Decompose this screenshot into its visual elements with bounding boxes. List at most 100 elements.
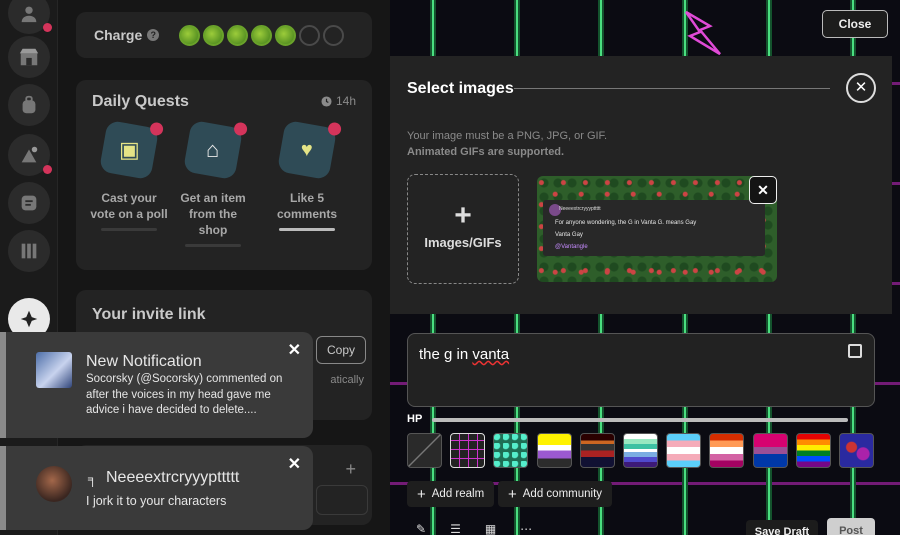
charge-meter xyxy=(179,24,345,46)
format-hint: Your image must be a PNG, JPG, or GIF. xyxy=(407,130,608,142)
close-button[interactable]: Close xyxy=(822,10,888,38)
select-images-modal: Select images ✕ Your image must be a PNG… xyxy=(390,56,892,314)
post-author: Neeeextrcryyypttttt xyxy=(559,206,601,212)
extra-input[interactable] xyxy=(316,485,368,515)
post-line: Vanta Gay xyxy=(555,232,583,238)
quest-badge xyxy=(149,121,165,137)
invite-title: Your invite link xyxy=(92,306,206,323)
post-text-misspelled: vanta xyxy=(472,346,510,363)
help-icon[interactable]: ? xyxy=(147,29,160,41)
avatar xyxy=(36,352,72,388)
remove-image-icon[interactable]: ✕ xyxy=(749,176,777,204)
theme-none[interactable] xyxy=(407,433,442,468)
close-icon[interactable]: ✕ xyxy=(288,340,301,360)
theme-lesbian[interactable] xyxy=(622,433,658,468)
quest-label: Like 5 comments xyxy=(276,191,338,221)
charge-dot xyxy=(323,24,345,46)
quest-timer: 14h xyxy=(321,94,356,108)
theme-picker xyxy=(407,433,874,468)
charge-dot xyxy=(203,24,225,46)
profile-icon[interactable] xyxy=(8,0,52,34)
avatar xyxy=(36,466,72,502)
charge-dot xyxy=(179,24,201,46)
post-line: For anyone wondering, the G in Vanta G. … xyxy=(555,220,697,226)
image-thumbnail[interactable]: Neeeextrcryyypttttt For anyone wondering… xyxy=(537,176,777,282)
quest-badge xyxy=(233,121,249,137)
hook-icon: ╕ xyxy=(88,471,98,486)
theme-nonbinary[interactable] xyxy=(536,433,572,468)
post-text: the g in vanta xyxy=(419,346,509,363)
charge-dot xyxy=(299,24,321,46)
notification-title: New Notification xyxy=(86,353,202,370)
post-text-prefix: the g in xyxy=(419,346,473,363)
notification-toast[interactable]: New Notification Socorsky (@Socorsky) co… xyxy=(0,332,313,438)
quest-progress xyxy=(101,228,157,231)
quest-alert-dot xyxy=(43,165,52,174)
add-community-label: Add community xyxy=(522,488,603,500)
close-icon[interactable]: ✕ xyxy=(288,454,301,474)
add-images-label: Images/GIFs xyxy=(424,235,502,250)
theme-glitch[interactable] xyxy=(579,433,615,468)
charge-dot xyxy=(275,24,297,46)
clock-icon xyxy=(321,95,332,107)
add-images-button[interactable]: + Images/GIFs xyxy=(407,174,519,284)
plus-icon: + xyxy=(417,485,426,503)
screenshot-post: Neeeextrcryyypttttt For anyone wondering… xyxy=(543,200,765,256)
close-icon[interactable]: ✕ xyxy=(846,73,876,103)
theme-rainbow[interactable] xyxy=(795,433,831,468)
theme-bi[interactable] xyxy=(752,433,788,468)
daily-quests-title: Daily Quests xyxy=(92,93,189,110)
gift-badge xyxy=(327,121,343,137)
library-icon[interactable] xyxy=(8,230,50,272)
divider xyxy=(514,88,830,89)
quest-item[interactable]: ⌂ Get an item from the shop xyxy=(174,119,252,247)
gif-hint: Animated GIFs are supported. xyxy=(407,146,565,158)
hp-label: HP xyxy=(407,413,423,425)
more-icon[interactable]: ⋯ xyxy=(520,522,532,535)
hp-bar xyxy=(432,418,848,422)
theme-trans[interactable] xyxy=(666,433,702,468)
store-icon: ⌂ xyxy=(182,119,249,181)
quest-progress xyxy=(185,244,241,247)
quest-item[interactable]: ♥ Like 5 comments xyxy=(268,119,346,231)
quest-item[interactable]: ▣ Cast your vote on a poll xyxy=(90,119,168,231)
app-root: Charge ? Daily Quests 14h ▣ Cast your vo… xyxy=(0,0,900,535)
charge-label: Charge xyxy=(94,27,143,43)
format-icon[interactable] xyxy=(848,344,862,358)
post-button[interactable]: Post xyxy=(827,518,875,535)
theme-scales[interactable] xyxy=(493,433,529,468)
poll-icon: ▣ xyxy=(98,119,165,181)
edit-icon[interactable]: ✎ xyxy=(416,522,426,535)
profile-alert-dot xyxy=(43,23,52,32)
theme-blob[interactable] xyxy=(838,433,874,468)
plus-icon[interactable]: + xyxy=(345,459,356,480)
charge-dot xyxy=(227,24,249,46)
quest-progress xyxy=(279,228,335,231)
daily-quests-card: Daily Quests 14h ▣ Cast your vote on a p… xyxy=(76,80,372,270)
store-icon[interactable] xyxy=(8,36,50,78)
theme-lesbian-alt[interactable] xyxy=(709,433,745,468)
notification-title: Neeeextrcryyypttttt xyxy=(106,469,240,486)
charge-dot xyxy=(251,24,273,46)
lightning-icon xyxy=(684,10,721,56)
copy-invite-button[interactable]: Copy xyxy=(316,336,366,364)
notification-body: I jork it to your characters xyxy=(86,494,227,508)
notification-toast[interactable]: ╕ Neeeextrcryyypttttt I jork it to your … xyxy=(0,446,313,530)
save-draft-button[interactable]: Save Draft xyxy=(746,520,818,535)
invite-note: atically xyxy=(330,374,364,386)
backpack-icon[interactable] xyxy=(8,84,50,126)
notification-body: Socorsky (@Socorsky) commented on after … xyxy=(86,373,283,416)
post-textarea[interactable]: the g in vanta xyxy=(407,333,875,407)
add-community-button[interactable]: + Add community xyxy=(498,481,613,507)
chat-icon[interactable] xyxy=(8,182,50,224)
add-realm-button[interactable]: + Add realm xyxy=(407,481,495,507)
post-editor: Close Select images ✕ Your image must be… xyxy=(390,0,900,535)
comment-icon: ♥ xyxy=(276,119,343,181)
calendar-icon[interactable]: ▦ xyxy=(485,522,496,535)
theme-grid[interactable] xyxy=(450,433,486,468)
add-realm-label: Add realm xyxy=(431,488,485,500)
sliders-icon[interactable]: ☰ xyxy=(450,522,461,535)
plus-icon: + xyxy=(508,485,517,503)
post-mention: @Vantangle xyxy=(555,244,588,250)
quest-icon[interactable] xyxy=(8,134,52,176)
